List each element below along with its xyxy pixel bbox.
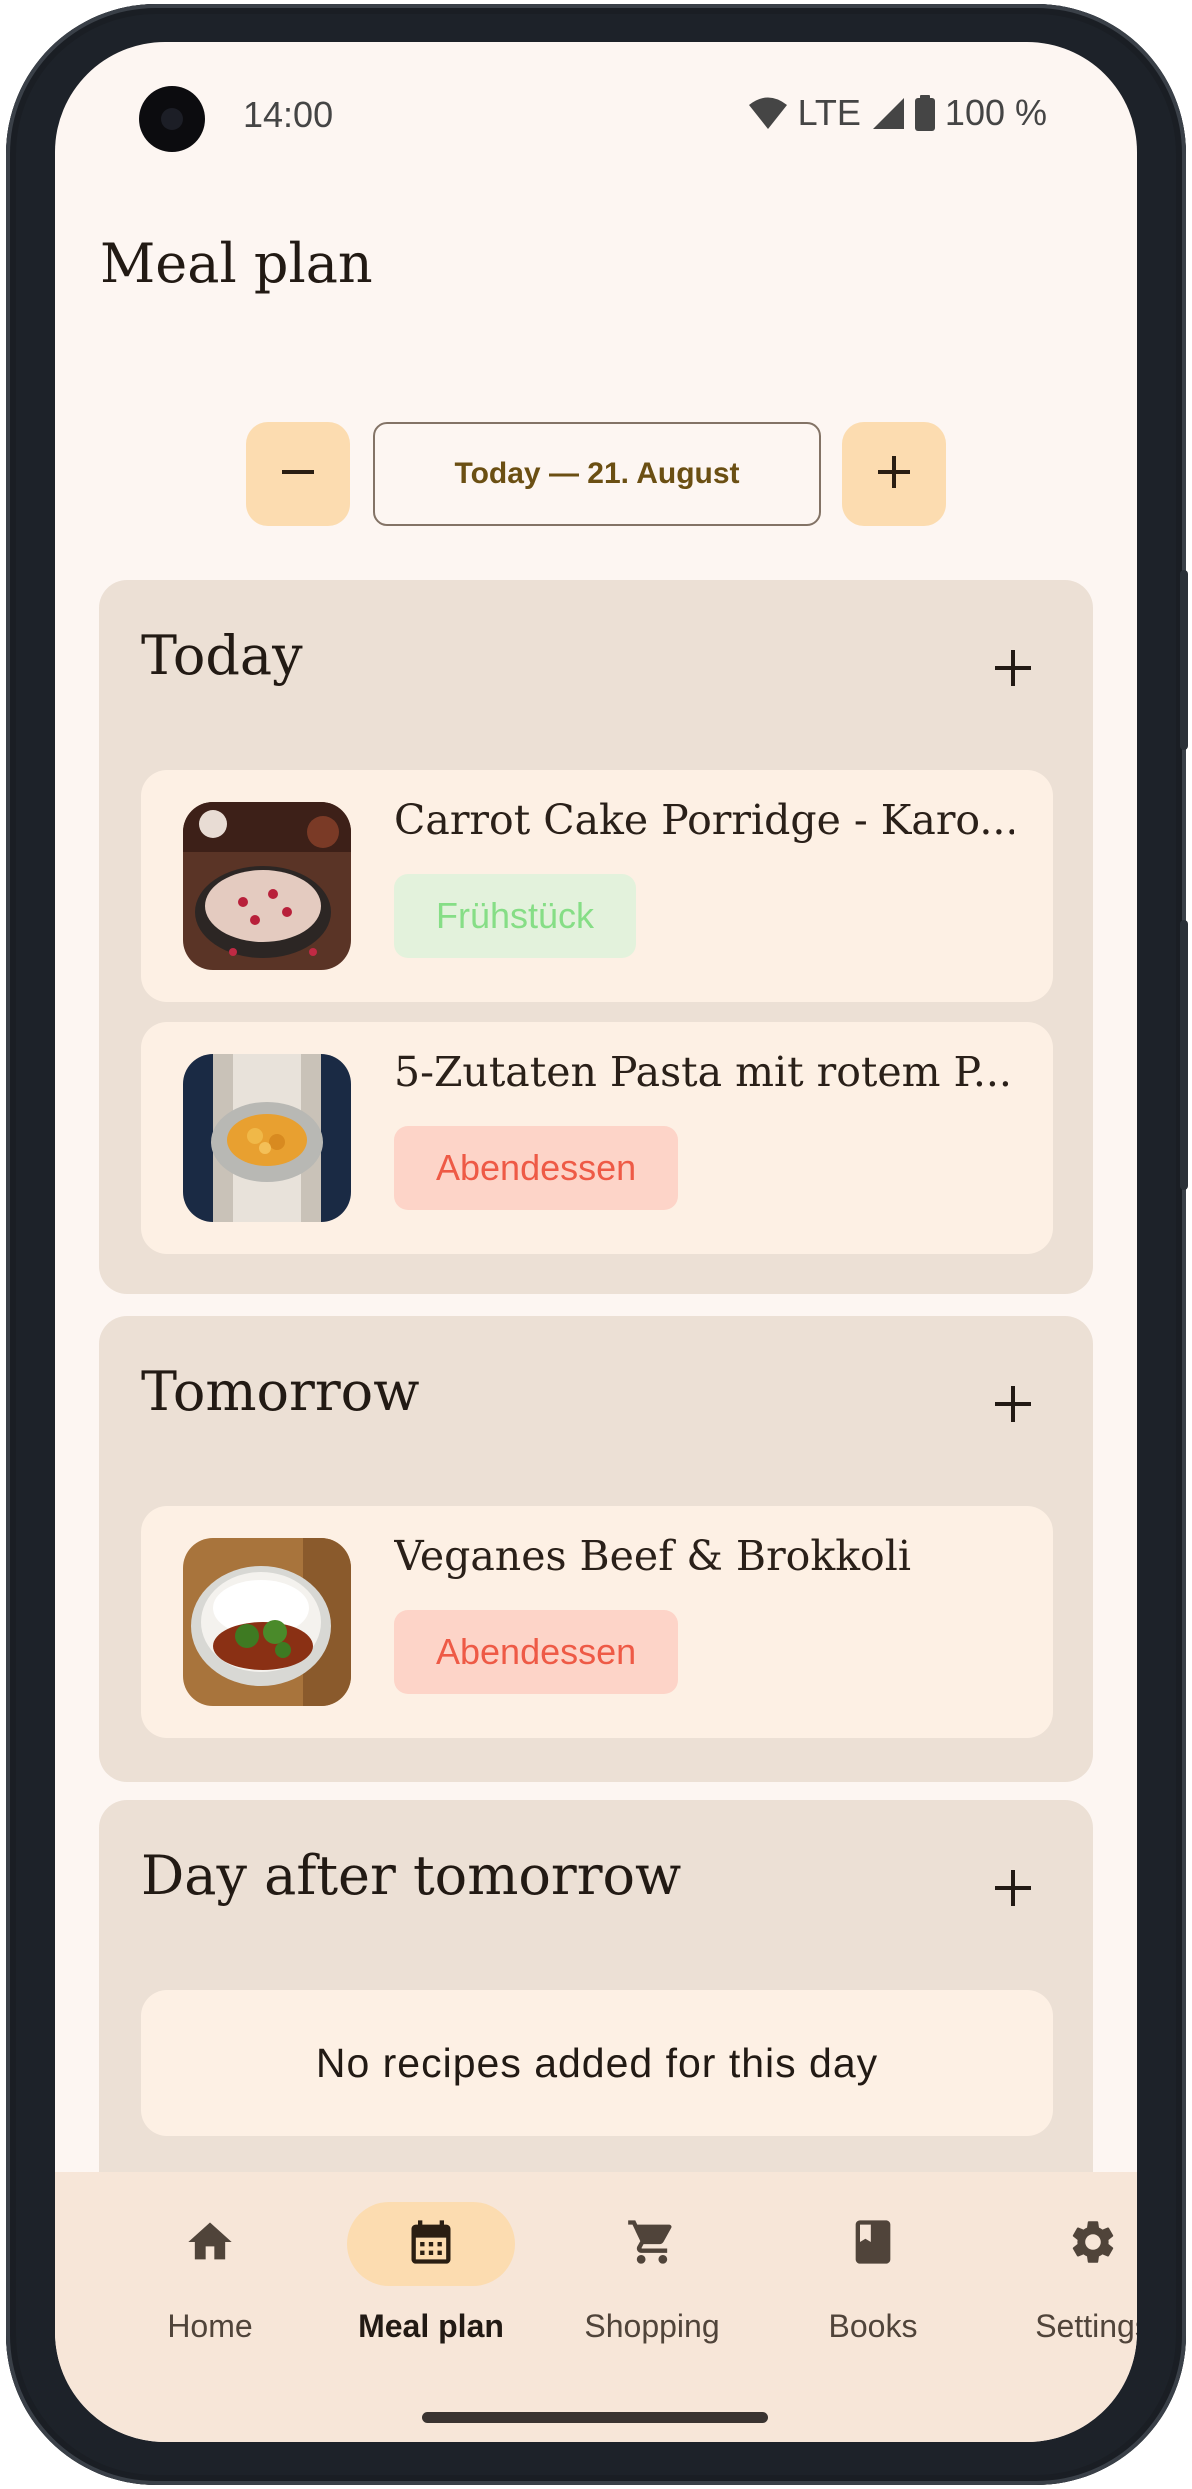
gear-icon [1067, 2216, 1119, 2273]
recipe-image [183, 1054, 351, 1222]
nav-label: Shopping [584, 2308, 720, 2344]
meal-type-tag: Abendessen [394, 1610, 679, 1694]
plus-icon [993, 1384, 1033, 1429]
nav-pill [1009, 2202, 1137, 2286]
date-field[interactable]: Today — 21. August [373, 422, 821, 526]
book-icon [847, 2216, 899, 2273]
day-card-tomorrow: Tomorrow Veganes Beef & Brokkoli Abendes… [99, 1316, 1093, 1782]
nav-label: Books [828, 2308, 918, 2344]
plus-icon [993, 1868, 1033, 1913]
status-bar: 14:00 LTE 100 % [55, 42, 1137, 192]
calendar-icon [405, 2216, 457, 2273]
day-card-today: Today Carrot Cake Porridge - Karo... Frü… [99, 580, 1093, 1294]
day-title: Today [141, 624, 303, 687]
next-day-button[interactable] [842, 422, 946, 526]
plus-icon [993, 648, 1033, 693]
nav-pill [347, 2202, 515, 2286]
nav-label: Home [167, 2308, 253, 2344]
nav-pill [568, 2202, 736, 2286]
nav-item-shopping[interactable]: Shopping [552, 2202, 752, 2372]
nav-label: Settings [1035, 2308, 1137, 2344]
home-icon [184, 2216, 236, 2273]
recipe-image [183, 1538, 351, 1706]
day-title: Tomorrow [141, 1360, 420, 1423]
gesture-handle[interactable] [422, 2412, 768, 2423]
nav-item-home[interactable]: Home [110, 2202, 310, 2372]
previous-day-button[interactable] [246, 422, 350, 526]
day-title: Day after tomorrow [141, 1844, 682, 1907]
recipe-title: Carrot Cake Porridge - Karo... [394, 796, 1014, 844]
recipe-title: Veganes Beef & Brokkoli [394, 1532, 911, 1580]
meal-type-tag: Frühstück [394, 874, 637, 958]
page-title: Meal plan [100, 232, 373, 295]
bottom-navigation: Home Meal plan Shopping Books Setting [55, 2172, 1137, 2442]
side-button [1180, 570, 1188, 750]
app-screen: 14:00 LTE 100 % Meal plan Today — 21. Au… [55, 42, 1137, 2442]
status-time: 14:00 [243, 94, 334, 135]
add-recipe-button[interactable] [983, 640, 1043, 700]
front-camera [139, 86, 205, 152]
recipe-title: 5-Zutaten Pasta mit rotem P... [394, 1048, 1012, 1096]
recipe-item[interactable]: 5-Zutaten Pasta mit rotem P... Abendesse… [141, 1022, 1053, 1254]
recipe-item[interactable]: Veganes Beef & Brokkoli Abendessen [141, 1506, 1053, 1738]
battery-icon [914, 95, 935, 131]
nav-label: Meal plan [358, 2308, 504, 2344]
nav-pill [126, 2202, 294, 2286]
day-card-day-after-tomorrow: Day after tomorrow No recipes added for … [99, 1800, 1093, 2220]
cart-icon [626, 2216, 678, 2273]
nav-item-meal-plan[interactable]: Meal plan [331, 2202, 531, 2372]
wifi-icon [748, 96, 788, 130]
minus-icon [278, 452, 318, 497]
date-selector: Today — 21. August [55, 422, 1137, 526]
nav-item-settings[interactable]: Settings [993, 2202, 1137, 2372]
nav-pill [789, 2202, 957, 2286]
recipe-item[interactable]: Carrot Cake Porridge - Karo... Frühstück [141, 770, 1053, 1002]
empty-day-message: No recipes added for this day [141, 1990, 1053, 2136]
status-icons: LTE 100 % [748, 92, 1047, 134]
plus-icon [874, 452, 914, 497]
side-button [1180, 920, 1188, 1190]
network-type: LTE [797, 92, 861, 133]
recipe-image [183, 802, 351, 970]
add-recipe-button[interactable] [983, 1860, 1043, 1920]
battery-level: 100 % [944, 92, 1047, 133]
signal-icon [871, 96, 905, 130]
meal-type-tag: Abendessen [394, 1126, 679, 1210]
nav-item-books[interactable]: Books [773, 2202, 973, 2372]
add-recipe-button[interactable] [983, 1376, 1043, 1436]
